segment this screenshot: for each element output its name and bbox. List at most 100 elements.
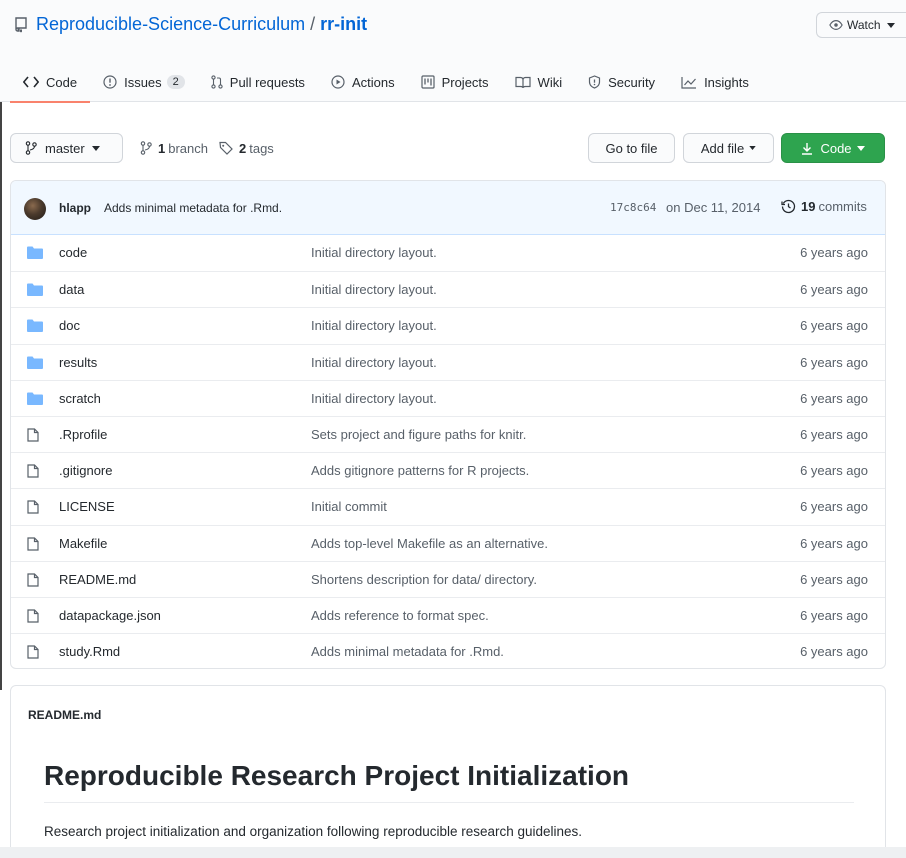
issues-count-badge: 2 bbox=[166, 75, 185, 89]
tag-icon bbox=[219, 141, 239, 155]
branch-label: branch bbox=[168, 140, 208, 156]
code-button-label: Code bbox=[820, 140, 852, 156]
watch-button[interactable]: Watch bbox=[816, 12, 906, 38]
file-row[interactable]: datapackage.json Adds reference to format… bbox=[11, 596, 885, 633]
file-commit-message-link[interactable]: Initial directory layout. bbox=[311, 245, 437, 260]
commit-message-link[interactable]: Adds minimal metadata for .Rmd. bbox=[104, 201, 282, 215]
file-age: 6 years ago bbox=[800, 390, 868, 406]
file-age: 6 years ago bbox=[800, 607, 868, 623]
file-commit-message-link[interactable]: Initial directory layout. bbox=[311, 355, 437, 370]
project-icon bbox=[420, 75, 442, 89]
branches-link[interactable]: 1 branch bbox=[140, 133, 208, 163]
file-age: 6 years ago bbox=[800, 318, 868, 334]
page-bottom-strip bbox=[0, 847, 906, 858]
commits-history-link[interactable]: 19 commits bbox=[781, 199, 867, 214]
branch-select-button[interactable]: master bbox=[10, 133, 123, 163]
file-age: 6 years ago bbox=[800, 426, 868, 442]
readme-panel: README.md Reproducible Research Project … bbox=[10, 685, 886, 858]
tab-issues[interactable]: Issues 2 bbox=[90, 62, 198, 102]
repo-owner-link[interactable]: Reproducible-Science-Curriculum bbox=[36, 14, 305, 35]
file-name-link[interactable]: LICENSE bbox=[59, 499, 115, 514]
tab-code-label: Code bbox=[46, 74, 78, 90]
commit-author-link[interactable]: hlapp bbox=[59, 201, 91, 215]
file-row[interactable]: doc Initial directory layout. 6 years ago bbox=[11, 307, 885, 343]
history-icon bbox=[781, 199, 801, 214]
commit-sha-link[interactable]: 17c8c64 bbox=[610, 201, 656, 214]
file-icon bbox=[27, 645, 39, 659]
file-commit-message-link[interactable]: Initial directory layout. bbox=[311, 282, 437, 297]
file-name-link[interactable]: .gitignore bbox=[59, 463, 112, 478]
file-rows: code Initial directory layout. 6 years ago… bbox=[11, 235, 885, 668]
file-row[interactable]: README.md Shortens description for data/ … bbox=[11, 560, 885, 597]
repo-name-link[interactable]: rr-init bbox=[320, 14, 367, 35]
chevron-down-icon bbox=[749, 146, 756, 150]
graph-icon bbox=[681, 76, 704, 89]
tab-wiki[interactable]: Wiki bbox=[502, 62, 576, 102]
file-name-link[interactable]: scratch bbox=[59, 391, 101, 406]
go-to-file-button[interactable]: Go to file bbox=[588, 133, 675, 163]
file-age: 6 years ago bbox=[800, 571, 868, 587]
file-row[interactable]: .Rprofile Sets project and figure paths f… bbox=[11, 415, 885, 452]
file-commit-message-link[interactable]: Adds top-level Makefile as an alternativ… bbox=[311, 536, 548, 551]
file-commit-message-link[interactable]: Sets project and figure paths for knitr. bbox=[311, 427, 526, 442]
file-name-link[interactable]: README.md bbox=[59, 572, 136, 587]
readme-filename: README.md bbox=[28, 708, 102, 722]
file-name-link[interactable]: study.Rmd bbox=[59, 644, 120, 659]
code-download-button[interactable]: Code bbox=[781, 133, 885, 163]
file-commit-message-link[interactable]: Adds minimal metadata for .Rmd. bbox=[311, 644, 504, 659]
tab-projects[interactable]: Projects bbox=[408, 62, 502, 102]
tab-security[interactable]: Security bbox=[575, 62, 668, 102]
file-row[interactable]: data Initial directory layout. 6 years ago bbox=[11, 271, 885, 307]
file-row[interactable]: study.Rmd Adds minimal metadata for .Rmd.… bbox=[11, 633, 885, 668]
file-name-link[interactable]: datapackage.json bbox=[59, 608, 161, 623]
file-name-link[interactable]: doc bbox=[59, 318, 80, 333]
file-commit-message-link[interactable]: Adds reference to format spec. bbox=[311, 608, 489, 623]
tag-count: 2 bbox=[239, 140, 247, 156]
file-name-link[interactable]: Makefile bbox=[59, 536, 107, 551]
eye-icon bbox=[829, 19, 847, 31]
file-row[interactable]: Makefile Adds top-level Makefile as an al… bbox=[11, 524, 885, 561]
file-name-link[interactable]: .Rprofile bbox=[59, 427, 107, 442]
file-icon bbox=[27, 609, 39, 623]
file-icon bbox=[27, 428, 39, 442]
chevron-down-icon bbox=[91, 145, 100, 151]
file-icon bbox=[27, 500, 39, 514]
book-icon bbox=[514, 76, 538, 89]
tab-actions[interactable]: Actions bbox=[318, 62, 408, 102]
tab-insights[interactable]: Insights bbox=[668, 62, 762, 102]
tags-link[interactable]: 2 tags bbox=[219, 133, 274, 163]
tab-pull-requests-label: Pull requests bbox=[229, 74, 305, 90]
tab-actions-label: Actions bbox=[351, 74, 395, 90]
tab-pull-requests[interactable]: Pull requests bbox=[198, 62, 318, 102]
file-commit-message-link[interactable]: Shortens description for data/ directory… bbox=[311, 572, 537, 587]
file-name-link[interactable]: data bbox=[59, 282, 84, 297]
avatar[interactable] bbox=[24, 198, 46, 220]
file-icon bbox=[27, 573, 39, 587]
chevron-down-icon bbox=[856, 145, 865, 151]
file-age: 6 years ago bbox=[800, 282, 868, 298]
file-commit-message-link[interactable]: Adds gitignore patterns for R projects. bbox=[311, 463, 529, 478]
file-row[interactable]: code Initial directory layout. 6 years ago bbox=[11, 235, 885, 271]
file-row[interactable]: .gitignore Adds gitignore patterns for R … bbox=[11, 452, 885, 488]
file-commit-message-link[interactable]: Initial commit bbox=[311, 499, 387, 514]
file-name-link[interactable]: code bbox=[59, 245, 87, 260]
commit-count: 19 bbox=[801, 199, 816, 214]
file-commit-message-link[interactable]: Initial directory layout. bbox=[311, 318, 437, 333]
file-name-link[interactable]: results bbox=[59, 355, 97, 370]
folder-icon bbox=[27, 283, 43, 297]
branch-icon bbox=[25, 141, 45, 155]
branch-count: 1 bbox=[158, 140, 166, 156]
tab-insights-label: Insights bbox=[704, 74, 749, 90]
tab-code[interactable]: Code bbox=[10, 62, 91, 103]
repo-header: Reproducible-Science-Curriculum / rr-ini… bbox=[0, 0, 906, 103]
window-edge bbox=[0, 0, 2, 690]
file-commit-message-link[interactable]: Initial directory layout. bbox=[311, 391, 437, 406]
tab-wiki-label: Wiki bbox=[537, 74, 563, 90]
add-file-button[interactable]: Add file bbox=[683, 133, 774, 163]
file-row[interactable]: scratch Initial directory layout. 6 years … bbox=[11, 379, 885, 416]
file-row[interactable]: LICENSE Initial commit 6 years ago bbox=[11, 488, 885, 524]
readme-paragraph: Research project initialization and orga… bbox=[44, 824, 583, 839]
tag-label: tags bbox=[249, 140, 274, 156]
file-age: 6 years ago bbox=[800, 499, 868, 515]
file-row[interactable]: results Initial directory layout. 6 years … bbox=[11, 343, 885, 380]
